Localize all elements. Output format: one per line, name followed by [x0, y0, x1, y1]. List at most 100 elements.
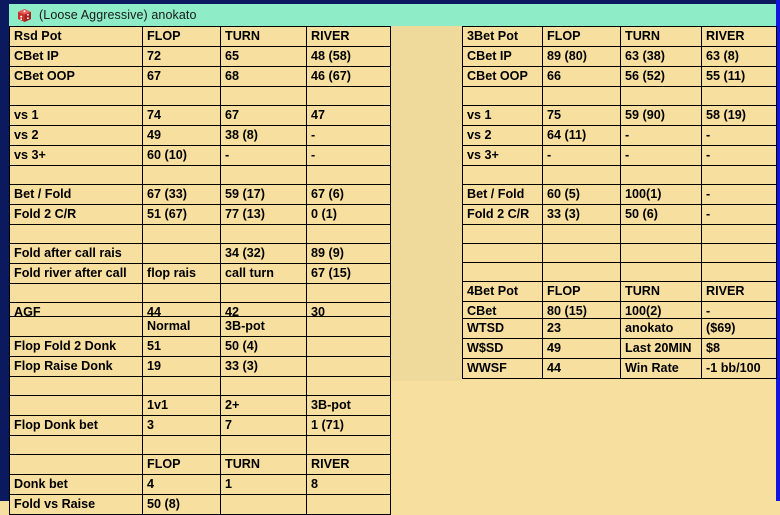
summary-table-container: WTSD 23 anokato ($69) W$SD 49 Last 20MIN $8 WWSF…	[462, 318, 777, 379]
donk-value: 50 (8)	[142, 494, 221, 515]
three-bet-pot-value	[620, 86, 702, 106]
table-row: vs 1 75 59 (90) 58 (19)	[462, 105, 777, 126]
summary-table: WTSD 23 anokato ($69) W$SD 49 Last 20MIN $8 WWSF…	[462, 318, 777, 379]
three-bet-pot-value: -	[542, 145, 621, 166]
summary-amount: $8	[701, 338, 777, 359]
three-bet-pot-value	[542, 262, 621, 282]
raised-pot-value: 48 (58)	[306, 46, 391, 67]
spacer-row	[9, 283, 391, 303]
raised-pot-table-container: Rsd Pot FLOP TURN RIVER CBet IP 72 65 48 (58) CB…	[9, 26, 391, 323]
raised-pot-value: call turn	[220, 263, 307, 284]
raised-pot-value	[142, 224, 221, 244]
spacer-row	[462, 86, 777, 106]
raised-pot-spacer-label	[9, 224, 143, 244]
summary-name: Win Rate	[620, 358, 702, 379]
raised-pot-label-vs-3: vs 3+	[9, 145, 143, 166]
spacer-row	[9, 376, 391, 396]
raised-pot-label-fold-river-after-call: Fold river after call	[9, 263, 143, 284]
table-header-row: 4Bet Pot FLOP TURN RIVER	[462, 281, 777, 302]
window-border-left	[0, 0, 9, 501]
three-bet-pot-value	[620, 165, 702, 185]
three-bet-pot-value: -	[620, 125, 702, 146]
spacer-row	[9, 435, 391, 455]
table-row: CBet OOP 67 68 46 (67)	[9, 66, 391, 87]
raised-pot-value: 60 (10)	[142, 145, 221, 166]
three-bet-pot-value: -	[701, 145, 777, 166]
three-bet-pot-value: 55 (11)	[701, 66, 777, 87]
column-header-flop: FLOP	[542, 281, 621, 302]
summary-row: WTSD 23 anokato ($69)	[462, 318, 777, 339]
table-row: vs 2 64 (11) - -	[462, 125, 777, 146]
raised-pot-value: -	[306, 145, 391, 166]
raised-pot-value: 47	[306, 105, 391, 126]
table-row: Fold 2 C/R 51 (67) 77 (13) 0 (1)	[9, 204, 391, 225]
raised-pot-value	[142, 86, 221, 106]
three-bet-pot-value: 100(1)	[620, 184, 702, 205]
donk-value: 19	[142, 356, 221, 377]
three-bet-pot-value: 50 (6)	[620, 204, 702, 225]
three-bet-pot-value	[620, 224, 702, 244]
three-bet-pot-label-cbet-ip: CBet IP	[462, 46, 543, 67]
four-bet-pot-title: 4Bet Pot	[462, 281, 543, 302]
table-row: CBet IP 89 (80) 63 (38) 63 (8)	[462, 46, 777, 67]
raised-pot-spacer-label	[9, 86, 143, 106]
three-bet-pot-value: -	[701, 204, 777, 225]
spacer-row: 1v1 2+ 3B-pot	[9, 395, 391, 416]
donk-value: 3B-pot	[306, 395, 391, 416]
window-titlebar[interactable]: (Loose Aggressive) anokato	[9, 4, 776, 26]
donk-value	[142, 376, 221, 396]
donk-value: 3	[142, 415, 221, 436]
raised-pot-value: flop rais	[142, 263, 221, 284]
table-row: Bet / Fold 60 (5) 100(1) -	[462, 184, 777, 205]
donk-table: Normal 3B-pot Flop Fold 2 Donk 51 50 (4) Flop…	[9, 316, 391, 515]
spacer-row: FLOP TURN RIVER	[9, 454, 391, 475]
table-row: Bet / Fold 67 (33) 59 (17) 67 (6)	[9, 184, 391, 205]
summary-amount: -1 bb/100	[701, 358, 777, 379]
raised-pot-value	[220, 86, 307, 106]
raised-pot-value: 46 (67)	[306, 66, 391, 87]
raised-pot-label-fold-after-call-rais: Fold after call rais	[9, 243, 143, 264]
donk-value	[306, 435, 391, 455]
table-row: Fold 2 C/R 33 (3) 50 (6) -	[462, 204, 777, 225]
table-header-row: Rsd Pot FLOP TURN RIVER	[9, 26, 391, 47]
three-bet-pot-value: 66	[542, 66, 621, 87]
donk-spacer-label	[9, 395, 143, 416]
donk-label-donk-bet: Donk bet	[9, 474, 143, 495]
spacer-row	[9, 165, 391, 185]
three-bet-pot-value	[542, 86, 621, 106]
donk-label-flop-fold-2-donk: Flop Fold 2 Donk	[9, 336, 143, 357]
three-bet-pot-value	[701, 165, 777, 185]
donk-value: 51	[142, 336, 221, 357]
column-header-turn: TURN	[220, 26, 307, 47]
donk-table-container: Normal 3B-pot Flop Fold 2 Donk 51 50 (4) Flop…	[9, 316, 391, 515]
raised-pot-value	[306, 86, 391, 106]
raised-pot-value: 74	[142, 105, 221, 126]
raised-pot-value	[142, 283, 221, 303]
donk-value	[220, 376, 307, 396]
column-header-river: RIVER	[701, 26, 777, 47]
donk-label-flop-donk-bet: Flop Donk bet	[9, 415, 143, 436]
three-bet-pot-label-vs-1: vs 1	[462, 105, 543, 126]
table-row: vs 1 74 67 47	[9, 105, 391, 126]
three-bet-pot-label-cbet-oop: CBet OOP	[462, 66, 543, 87]
raised-pot-value: 89 (9)	[306, 243, 391, 264]
three-bet-pot-value	[701, 224, 777, 244]
spacer-row	[462, 165, 777, 185]
summary-value: 44	[542, 358, 621, 379]
raised-pot-value: 65	[220, 46, 307, 67]
raised-pot-value: -	[306, 125, 391, 146]
three-bet-pot-value	[542, 224, 621, 244]
raised-pot-label-vs-2: vs 2	[9, 125, 143, 146]
three-bet-pot-value: 63 (38)	[620, 46, 702, 67]
column-header-turn: TURN	[620, 281, 702, 302]
three-bet-pot-value	[620, 243, 702, 263]
raised-pot-value: 38 (8)	[220, 125, 307, 146]
three-bet-pot-value: 58 (19)	[701, 105, 777, 126]
three-bet-pot-value: -	[620, 145, 702, 166]
three-bet-pot-label-fold-2-c-r: Fold 2 C/R	[462, 204, 543, 225]
donk-value: TURN	[220, 454, 307, 475]
summary-name: anokato	[620, 318, 702, 339]
donk-value	[306, 376, 391, 396]
raised-pot-label-cbet-oop: CBet OOP	[9, 66, 143, 87]
donk-value: 8	[306, 474, 391, 495]
